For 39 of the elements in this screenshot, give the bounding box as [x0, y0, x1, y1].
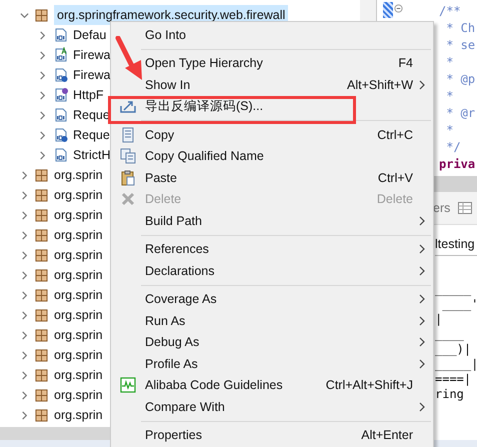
code-line: *	[445, 122, 454, 139]
code-line: * @r	[445, 105, 476, 122]
console-line: ___)|	[435, 342, 472, 357]
package-label: org.sprin	[54, 187, 103, 203]
package-label: org.sprin	[54, 167, 103, 183]
class-label: Reque	[73, 127, 110, 143]
console-line: ____	[435, 327, 465, 342]
code-line: priva	[439, 156, 476, 173]
code-line: *	[445, 88, 454, 105]
package-label: org.sprin	[54, 267, 103, 283]
class-label: Firewa	[73, 47, 111, 63]
package-label: org.sprin	[54, 327, 103, 343]
package-label: org.sprin	[54, 287, 103, 303]
code-line: *	[445, 54, 454, 71]
code-line: * Ch	[445, 20, 476, 37]
package-label: org.sprin	[54, 207, 103, 223]
console-line: ring	[435, 387, 465, 402]
package-label: org.sprin	[54, 307, 103, 323]
code-line: * @p	[445, 71, 476, 88]
class-label: Firewa	[73, 67, 111, 83]
package-label: org.sprin	[54, 247, 103, 263]
code-line: */	[445, 139, 462, 156]
console-line: _____	[435, 282, 472, 297]
console-line: ====|	[435, 372, 472, 387]
class-label: Reque	[73, 107, 110, 123]
package-label: org.sprin	[54, 227, 103, 243]
class-label: Defau	[73, 27, 106, 43]
code-line: * se	[445, 37, 476, 54]
console-header: ltesting	[435, 233, 477, 256]
console-line: |	[435, 312, 444, 327]
class-label: StrictH	[73, 147, 110, 163]
package-label: org.sprin	[54, 347, 103, 363]
console-line: ____'	[441, 297, 477, 312]
package-label: org.sprin	[54, 367, 103, 383]
code-line: /**	[439, 3, 462, 20]
package-label: org.sprin	[54, 407, 103, 423]
package-label: org.sprin	[54, 387, 103, 403]
class-label: HttpF	[73, 87, 104, 103]
console-line: _____|	[435, 357, 477, 372]
